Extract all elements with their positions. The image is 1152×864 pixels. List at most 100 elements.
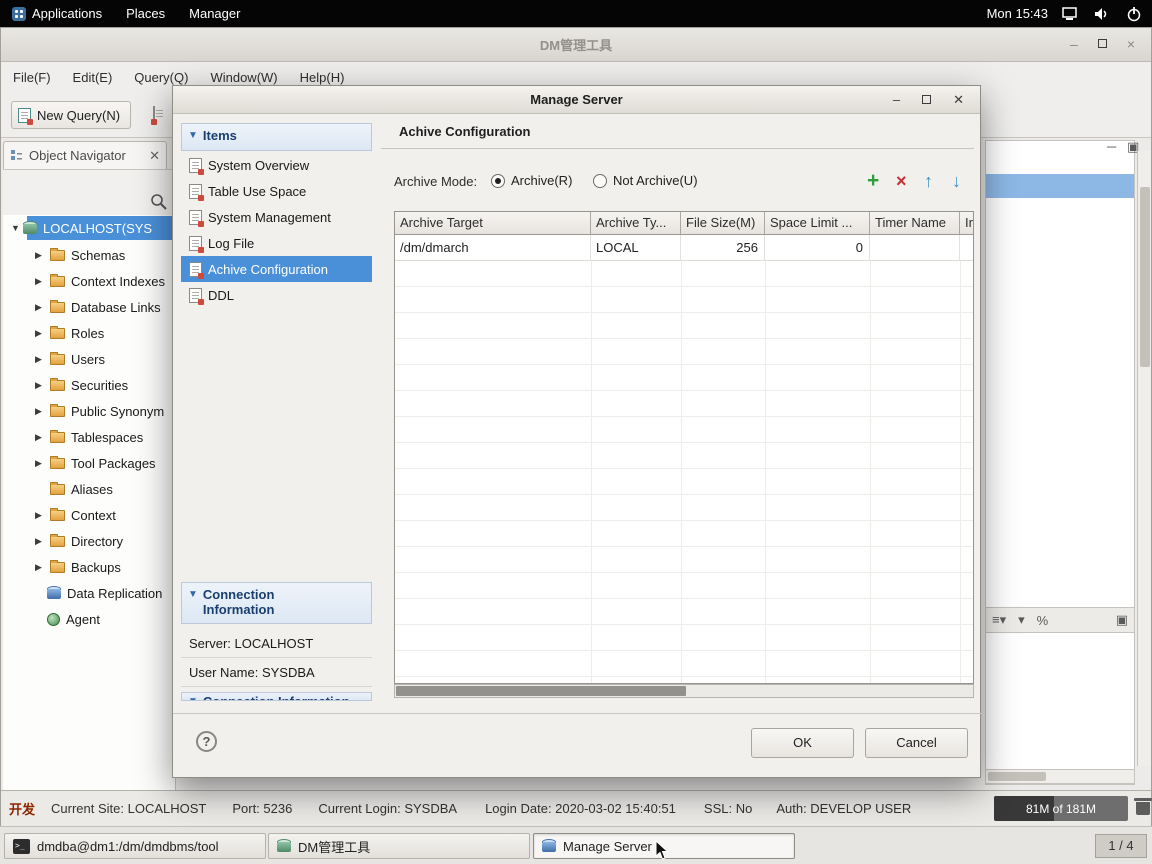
tree-item-users[interactable]: ▶ Users <box>3 346 175 372</box>
tree-item-database-links[interactable]: ▶ Database Links <box>3 294 175 320</box>
expander-right-icon[interactable]: ▶ <box>35 328 47 339</box>
expander-right-icon[interactable]: ▶ <box>35 250 47 261</box>
clock[interactable]: Mon 15:43 <box>987 6 1048 21</box>
radio-not-archive-label: Not Archive(U) <box>613 173 698 188</box>
tree-item-aliases[interactable]: Aliases <box>3 476 175 502</box>
expander-right-icon[interactable]: ▶ <box>35 432 47 443</box>
tab-close-icon[interactable]: ✕ <box>149 148 160 164</box>
dialog-titlebar[interactable]: Manage Server <box>173 86 980 114</box>
applications-menu[interactable]: Applications <box>0 0 114 27</box>
menu-file[interactable]: File(F) <box>13 70 51 85</box>
expander-right-icon[interactable]: ▶ <box>35 276 47 287</box>
dialog-item-log-file[interactable]: Log File <box>181 230 372 256</box>
menu-query[interactable]: Query(Q) <box>134 70 188 85</box>
workspace-switcher[interactable]: 1 / 4 <box>1095 834 1147 858</box>
dialog-item-system-management[interactable]: System Management <box>181 204 372 230</box>
taskbar-window-dm-tool[interactable]: DM管理工具 <box>268 833 530 859</box>
tree-item-data-replication[interactable]: Data Replication <box>3 580 175 606</box>
object-navigator-tab[interactable]: Object Navigator ✕ <box>3 141 167 169</box>
dialog-minimize-icon[interactable]: – <box>893 92 900 108</box>
dialog-item-achive-configuration[interactable]: Achive Configuration <box>181 256 372 282</box>
percent-icon[interactable]: % <box>1037 613 1049 628</box>
dialog-bottom-divider <box>173 713 982 714</box>
move-down-icon[interactable]: ↓ <box>952 170 961 192</box>
tree-item-backups[interactable]: ▶ Backups <box>3 554 175 580</box>
toolbar-extra-icon[interactable] <box>153 106 155 123</box>
tree-root-label: LOCALHOST(SYS <box>43 220 153 236</box>
tree-item-schemas[interactable]: ▶ Schemas <box>3 242 175 268</box>
dialog-close-icon[interactable]: ✕ <box>953 92 964 108</box>
tree-item-context-indexes[interactable]: ▶ Context Indexes <box>3 268 175 294</box>
menu-help[interactable]: Help(H) <box>300 70 345 85</box>
editor-horizontal-scrollbar[interactable] <box>985 769 1135 784</box>
tree-item-tool-packages[interactable]: ▶ Tool Packages <box>3 450 175 476</box>
garbage-collect-icon[interactable] <box>1134 798 1152 815</box>
manager-menu[interactable]: Manager <box>177 0 252 27</box>
new-query-button[interactable]: New Query(N) <box>11 101 132 129</box>
column-header-archive-target[interactable]: Archive Target <box>395 212 591 235</box>
tree-item-context[interactable]: ▶ Context <box>3 502 175 528</box>
maximize-icon[interactable] <box>1097 39 1107 48</box>
applications-icon <box>12 6 26 21</box>
minimize-icon[interactable]: – <box>1070 36 1078 52</box>
power-icon[interactable] <box>1126 6 1142 22</box>
pane-minimize-icon[interactable]: ─ <box>1107 139 1116 154</box>
places-menu[interactable]: Places <box>114 0 177 27</box>
agent-icon <box>47 612 60 626</box>
expander-right-icon[interactable]: ▶ <box>35 510 47 521</box>
radio-not-archive[interactable]: Not Archive(U) <box>593 173 698 188</box>
menu-edit[interactable]: Edit(E) <box>73 70 113 85</box>
folder-icon <box>50 273 65 287</box>
cancel-button[interactable]: Cancel <box>865 728 968 758</box>
list-dropdown-icon[interactable]: ≡▾ <box>992 612 1006 628</box>
radio-archive[interactable]: Archive(R) <box>491 173 572 188</box>
pane-restore-icon[interactable]: ▣ <box>1116 612 1128 628</box>
column-header-space-limit[interactable]: Space Limit ... <box>765 212 870 235</box>
expander-right-icon[interactable]: ▶ <box>35 380 47 391</box>
help-icon[interactable]: ? <box>196 731 217 752</box>
tree-item-tablespaces[interactable]: ▶ Tablespaces <box>3 424 175 450</box>
dialog-item-ddl[interactable]: DDL <box>181 282 372 308</box>
expander-right-icon[interactable]: ▶ <box>35 406 47 417</box>
expander-down-icon[interactable]: ▼ <box>11 223 23 233</box>
volume-icon[interactable] <box>1094 7 1112 21</box>
expander-right-icon[interactable]: ▶ <box>35 354 47 365</box>
search-icon[interactable] <box>149 192 169 212</box>
expander-right-icon[interactable]: ▶ <box>35 458 47 469</box>
tree-item-agent[interactable]: Agent <box>3 606 175 632</box>
dialog-item-table-use-space[interactable]: Table Use Space <box>181 178 372 204</box>
dm-tool-titlebar[interactable]: DM管理工具 <box>1 28 1151 62</box>
expander-right-icon[interactable]: ▶ <box>35 536 47 547</box>
ok-button[interactable]: OK <box>751 728 854 758</box>
expander-right-icon[interactable]: ▶ <box>35 562 47 573</box>
table-horizontal-scrollbar[interactable] <box>394 684 974 698</box>
dropdown-icon[interactable]: ▾ <box>1018 612 1025 628</box>
editor-vertical-scrollbar[interactable] <box>1137 151 1151 766</box>
tree-root-localhost[interactable]: ▼ LOCALHOST(SYS <box>3 215 175 241</box>
connection-section-header[interactable]: ▼ Connection Information <box>181 582 372 624</box>
add-icon[interactable]: + <box>867 170 879 192</box>
dialog-item-system-overview[interactable]: System Overview <box>181 152 372 178</box>
folder-icon <box>50 455 65 469</box>
move-up-icon[interactable]: ↑ <box>924 170 933 192</box>
column-header-in[interactable]: In <box>960 212 973 235</box>
network-icon[interactable] <box>1062 6 1080 21</box>
column-header-archive-type[interactable]: Archive Ty... <box>591 212 681 235</box>
scrollbar-thumb[interactable] <box>396 686 686 696</box>
close-icon[interactable]: × <box>1127 36 1135 52</box>
column-header-timer-name[interactable]: Timer Name <box>870 212 960 235</box>
menu-window[interactable]: Window(W) <box>210 70 277 85</box>
tree-item-directory[interactable]: ▶ Directory <box>3 528 175 554</box>
dev-badge: 开发 <box>9 802 36 817</box>
tree-item-securities[interactable]: ▶ Securities <box>3 372 175 398</box>
expander-right-icon[interactable]: ▶ <box>35 302 47 313</box>
dialog-maximize-icon[interactable] <box>922 95 932 104</box>
column-header-file-size[interactable]: File Size(M) <box>681 212 765 235</box>
tree-item-public-synonym[interactable]: ▶ Public Synonym <box>3 398 175 424</box>
table-empty-area <box>395 261 973 683</box>
desktop-top-panel: Applications Places Manager Mon 15:43 <box>0 0 1152 27</box>
delete-icon[interactable]: × <box>896 170 907 192</box>
taskbar-window-terminal[interactable]: >_ dmdba@dm1:/dm/dmdbms/tool <box>4 833 266 859</box>
items-section-header[interactable]: ▼ Items <box>181 123 372 151</box>
tree-item-roles[interactable]: ▶ Roles <box>3 320 175 346</box>
